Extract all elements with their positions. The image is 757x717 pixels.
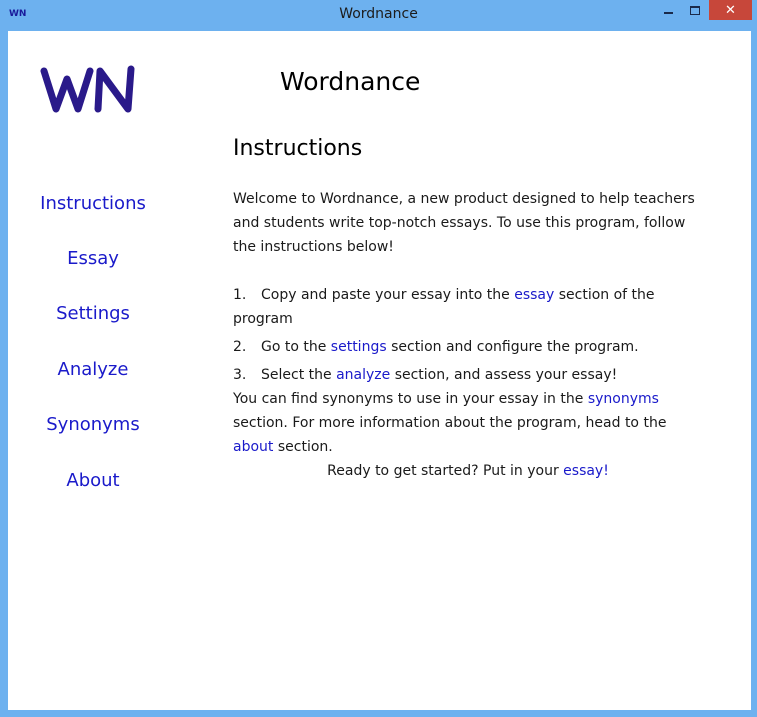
instruction-step: 2. Go to the settings section and configu… xyxy=(233,335,703,359)
settings-link[interactable]: settings xyxy=(331,339,387,355)
sidebar-item-about[interactable]: About xyxy=(8,470,178,491)
paragraph-text: section. xyxy=(273,439,333,455)
step-text: Copy and paste your essay into the xyxy=(261,287,515,303)
paragraph-text: section. For more information about the … xyxy=(233,415,667,431)
step-text: Go to the xyxy=(261,339,331,355)
sidebar-item-settings[interactable]: Settings xyxy=(8,303,178,324)
instructions-content: Welcome to Wordnance, a new product desi… xyxy=(233,187,703,483)
minimize-icon xyxy=(663,12,673,14)
instruction-step: 1. Copy and paste your essay into the ess… xyxy=(233,283,703,331)
ready-paragraph: Ready to get started? Put in your essay! xyxy=(233,459,703,483)
maximize-button[interactable] xyxy=(683,0,707,20)
window-title: Wordnance xyxy=(339,6,418,22)
sidebar-item-synonyms[interactable]: Synonyms xyxy=(8,414,178,435)
about-link[interactable]: about xyxy=(233,439,273,455)
app-window: WN Wordnance ✕ WN Wordnance Instructions… xyxy=(0,0,757,717)
instruction-step: 3. Select the analyze section, and assess… xyxy=(233,363,703,387)
ready-text: Ready to get started? Put in your xyxy=(327,463,564,479)
app-heading: Wordnance xyxy=(280,67,421,96)
step-number: 3. xyxy=(233,367,247,383)
step-number: 2. xyxy=(233,339,247,355)
sidebar-item-essay[interactable]: Essay xyxy=(8,248,178,269)
synonyms-link[interactable]: synonyms xyxy=(588,391,659,407)
wn-logo: WN xyxy=(40,65,135,113)
sidebar-item-instructions[interactable]: Instructions xyxy=(8,193,178,214)
main-client-area: WN Wordnance Instructions Essay Settings… xyxy=(8,31,751,710)
title-bar[interactable]: WN Wordnance ✕ xyxy=(0,0,757,30)
section-title: Instructions xyxy=(233,136,363,161)
step-text: Select the xyxy=(261,367,337,383)
step-number: 1. xyxy=(233,287,247,303)
sidebar-item-analyze[interactable]: Analyze xyxy=(8,359,178,380)
close-button[interactable]: ✕ xyxy=(709,0,752,20)
analyze-link[interactable]: analyze xyxy=(336,367,390,383)
maximize-icon xyxy=(690,5,700,15)
step-text: section and configure the program. xyxy=(386,339,639,355)
minimize-button[interactable] xyxy=(656,0,680,20)
synonyms-paragraph: You can find synonyms to use in your ess… xyxy=(233,387,703,459)
intro-text: Welcome to Wordnance, a new product desi… xyxy=(233,191,695,255)
paragraph-text: You can find synonyms to use in your ess… xyxy=(233,391,588,407)
essay-link[interactable]: essay xyxy=(514,287,554,303)
close-icon: ✕ xyxy=(725,2,736,18)
essay-cta-link[interactable]: essay! xyxy=(563,463,609,479)
step-text: section, and assess your essay! xyxy=(390,367,618,383)
